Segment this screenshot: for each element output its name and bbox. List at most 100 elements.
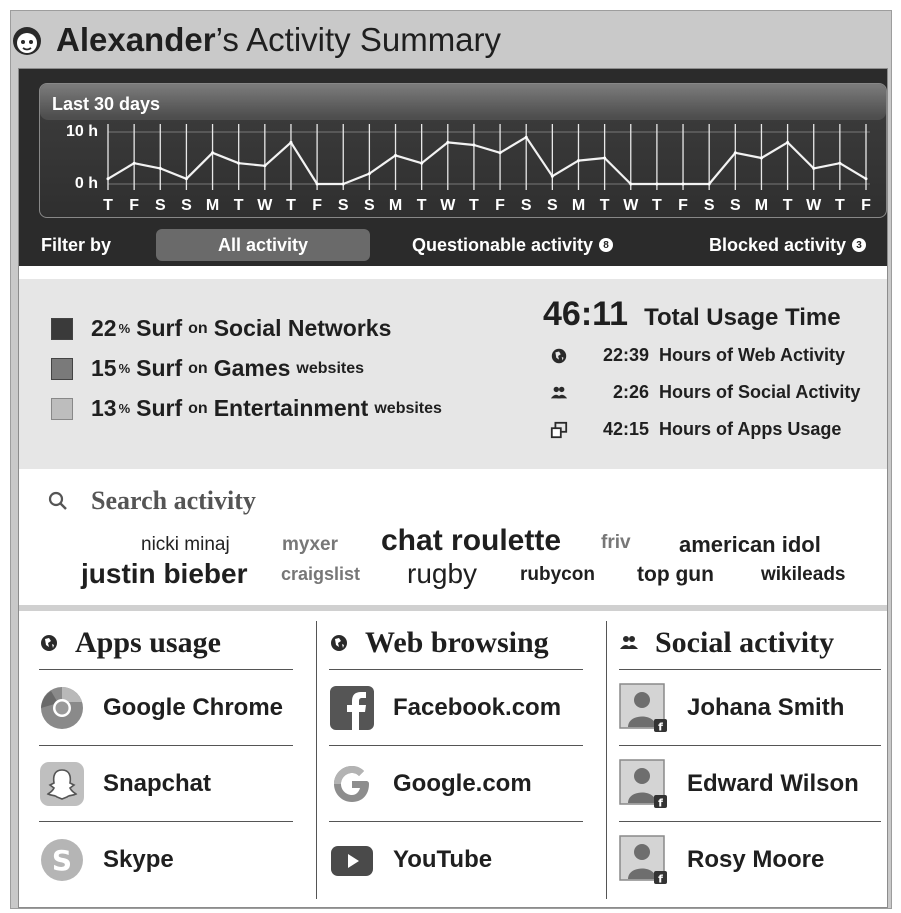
social-activity-header: Social activity: [619, 621, 834, 665]
category-suffix: websites: [374, 399, 442, 417]
search-term[interactable]: top gun: [637, 563, 714, 587]
chart-band: Last 30 days 10 h0 hTFSSMTWTFSSMTWTFSSMT…: [19, 69, 887, 266]
data-point: [158, 166, 162, 170]
legend-swatch-light: [51, 397, 73, 420]
data-point: [106, 177, 110, 181]
x-tick-label: M: [389, 197, 402, 214]
activity-chart: Last 30 days 10 h0 hTFSSMTWTFSSMTWTFSSMT…: [39, 83, 887, 218]
category-percent: 13: [91, 395, 117, 421]
total-usage: 46:11 Total Usage Time: [543, 295, 841, 334]
data-point: [394, 153, 398, 157]
x-tick-label: S: [155, 197, 166, 214]
app-item[interactable]: S Skype: [39, 823, 299, 897]
total-usage-value: 46:11: [543, 295, 629, 333]
search-term[interactable]: rubycon: [520, 564, 595, 586]
x-tick-label: W: [623, 197, 639, 214]
data-point: [498, 151, 502, 155]
x-tick-label: T: [417, 197, 427, 214]
website-name: Facebook.com: [393, 694, 562, 721]
divider: [619, 821, 881, 822]
x-tick-label: M: [206, 197, 219, 214]
search-term[interactable]: rugby: [407, 558, 477, 590]
chrome-icon: [41, 687, 83, 729]
app-item[interactable]: Snapchat: [39, 747, 299, 821]
data-point: [472, 143, 476, 147]
app-name: Google Chrome: [103, 694, 284, 721]
website-item[interactable]: Google.com: [329, 747, 589, 821]
x-tick-label: W: [440, 197, 456, 214]
x-tick-label: S: [704, 197, 715, 214]
contact-item[interactable]: f Edward Wilson: [619, 747, 879, 821]
divider: [329, 669, 583, 670]
apps-hours-row: 42:15 Hours of Apps Usage: [549, 419, 841, 440]
child-name: Alexander: [56, 21, 216, 58]
x-tick-label: F: [861, 197, 871, 214]
svg-text:f: f: [658, 873, 663, 886]
filter-questionable-button[interactable]: Questionable activity 8: [412, 229, 614, 261]
category-name: Entertainment: [213, 395, 369, 421]
search-term[interactable]: chat roulette: [381, 524, 561, 558]
website-item[interactable]: YouTube: [329, 823, 589, 897]
data-point: [576, 159, 580, 163]
search-term[interactable]: nicki minaj: [141, 534, 230, 556]
people-icon: [620, 636, 638, 649]
search-term[interactable]: wikileads: [761, 564, 846, 586]
title-suffix: ’s Activity Summary: [215, 21, 502, 58]
data-point: [184, 177, 188, 181]
social-activity-title: Social activity: [655, 626, 835, 659]
snapchat-icon: [40, 762, 84, 806]
data-point: [420, 161, 424, 165]
x-tick-label: W: [806, 197, 822, 214]
category-on: on: [188, 319, 208, 337]
data-point: [681, 182, 685, 186]
x-tick-label: F: [129, 197, 139, 214]
divider: [39, 821, 293, 822]
apps-usage-header: Apps usage: [39, 621, 221, 665]
search-activity-title[interactable]: Search activity: [47, 486, 256, 516]
contact-item[interactable]: f Johana Smith: [619, 671, 879, 745]
svg-text:f: f: [658, 797, 663, 810]
app-item[interactable]: Google Chrome: [39, 671, 299, 745]
data-point: [263, 164, 267, 168]
contact-name: Johana Smith: [687, 694, 845, 721]
x-tick-label: S: [521, 197, 532, 214]
divider: [619, 669, 881, 670]
search-term[interactable]: american idol: [679, 532, 821, 558]
avatar: f: [619, 683, 667, 733]
search-term[interactable]: craigslist: [281, 564, 360, 585]
filter-blocked-button[interactable]: Blocked activity 3: [709, 229, 867, 261]
search-term[interactable]: myxer: [282, 534, 338, 556]
x-tick-label: T: [835, 197, 845, 214]
usage-stats: 22% Surf on Social Networks 15% Surf on Ga…: [19, 279, 887, 469]
category-percent: 15: [91, 355, 117, 381]
total-usage-label: Total Usage Time: [644, 304, 841, 331]
data-point: [367, 172, 371, 176]
web-hours-value: 22:39: [602, 345, 649, 365]
facebook-icon: [330, 686, 374, 730]
youtube-icon: [331, 846, 373, 876]
chart-header-band: [40, 84, 886, 120]
x-tick-label: T: [286, 197, 296, 214]
chart-plot: 10 h0 hT F S S M T W T F S S M T W T F S S M T W T F S S M T W T F: [40, 84, 886, 214]
apps-usage-column: Apps usage Google Chrome Snapchat S Skyp…: [27, 621, 297, 897]
page-title: Alexander ’s Activity Summary: [10, 20, 501, 60]
web-browsing-column: Web browsing Facebook.com Google.com You…: [317, 621, 587, 897]
x-tick-label: T: [469, 197, 479, 214]
x-tick-label: S: [547, 197, 558, 214]
filter-all-button[interactable]: All activity: [156, 229, 370, 261]
summary-panel: Last 30 days 10 h0 hTFSSMTWTFSSMTWTFSSMT…: [18, 68, 888, 908]
globe-icon: [331, 635, 347, 651]
contact-name: Edward Wilson: [687, 770, 859, 797]
x-tick-label: F: [312, 197, 322, 214]
website-item[interactable]: Facebook.com: [329, 671, 589, 745]
contact-item[interactable]: f Rosy Moore: [619, 823, 879, 897]
data-point: [237, 161, 241, 165]
data-point: [786, 140, 790, 144]
x-tick-label: T: [234, 197, 244, 214]
search-term[interactable]: justin bieber: [81, 558, 247, 590]
x-tick-label: S: [364, 197, 375, 214]
apps-hours-value: 42:15: [602, 419, 649, 439]
search-term[interactable]: friv: [601, 532, 631, 554]
legend-swatch-mid: [51, 357, 73, 380]
x-tick-label: S: [730, 197, 741, 214]
